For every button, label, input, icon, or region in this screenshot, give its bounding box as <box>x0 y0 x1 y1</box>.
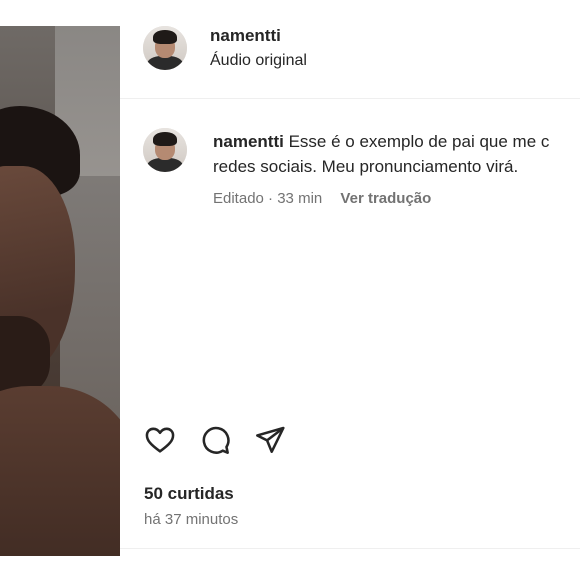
divider <box>120 548 580 549</box>
comment-avatar[interactable] <box>143 128 187 172</box>
comment-username[interactable]: namentti <box>213 132 284 151</box>
comment-text: Esse é o exemplo de pai que me c <box>288 132 550 151</box>
comment-text-line1: namentti Esse é o exemplo de pai que me … <box>213 132 549 152</box>
comment-age: 33 min <box>277 190 323 207</box>
media-subject-body <box>0 386 120 556</box>
post-media[interactable] <box>0 26 120 556</box>
post-side-panel: namentti Áudio original namentti Esse é … <box>120 0 580 580</box>
comment-text-line2: redes sociais. Meu pronunciamento virá. <box>213 157 519 176</box>
see-translation-button[interactable]: Ver tradução <box>340 190 431 207</box>
meta-separator: · <box>268 190 274 207</box>
comment-icon[interactable] <box>199 424 231 456</box>
author-username[interactable]: namentti <box>210 26 281 46</box>
post-header: namentti Áudio original <box>120 0 580 99</box>
post-time: há 37 minutos <box>144 511 239 528</box>
likes-count[interactable]: 50 curtidas <box>144 484 234 504</box>
edited-label: Editado <box>213 190 264 207</box>
media-subject-beard <box>0 316 50 396</box>
comment-meta: Editado · 33 min Ver tradução <box>213 190 431 207</box>
send-icon[interactable] <box>254 424 286 456</box>
heart-icon[interactable] <box>144 424 176 456</box>
author-avatar[interactable] <box>143 26 187 70</box>
audio-label[interactable]: Áudio original <box>210 52 307 70</box>
